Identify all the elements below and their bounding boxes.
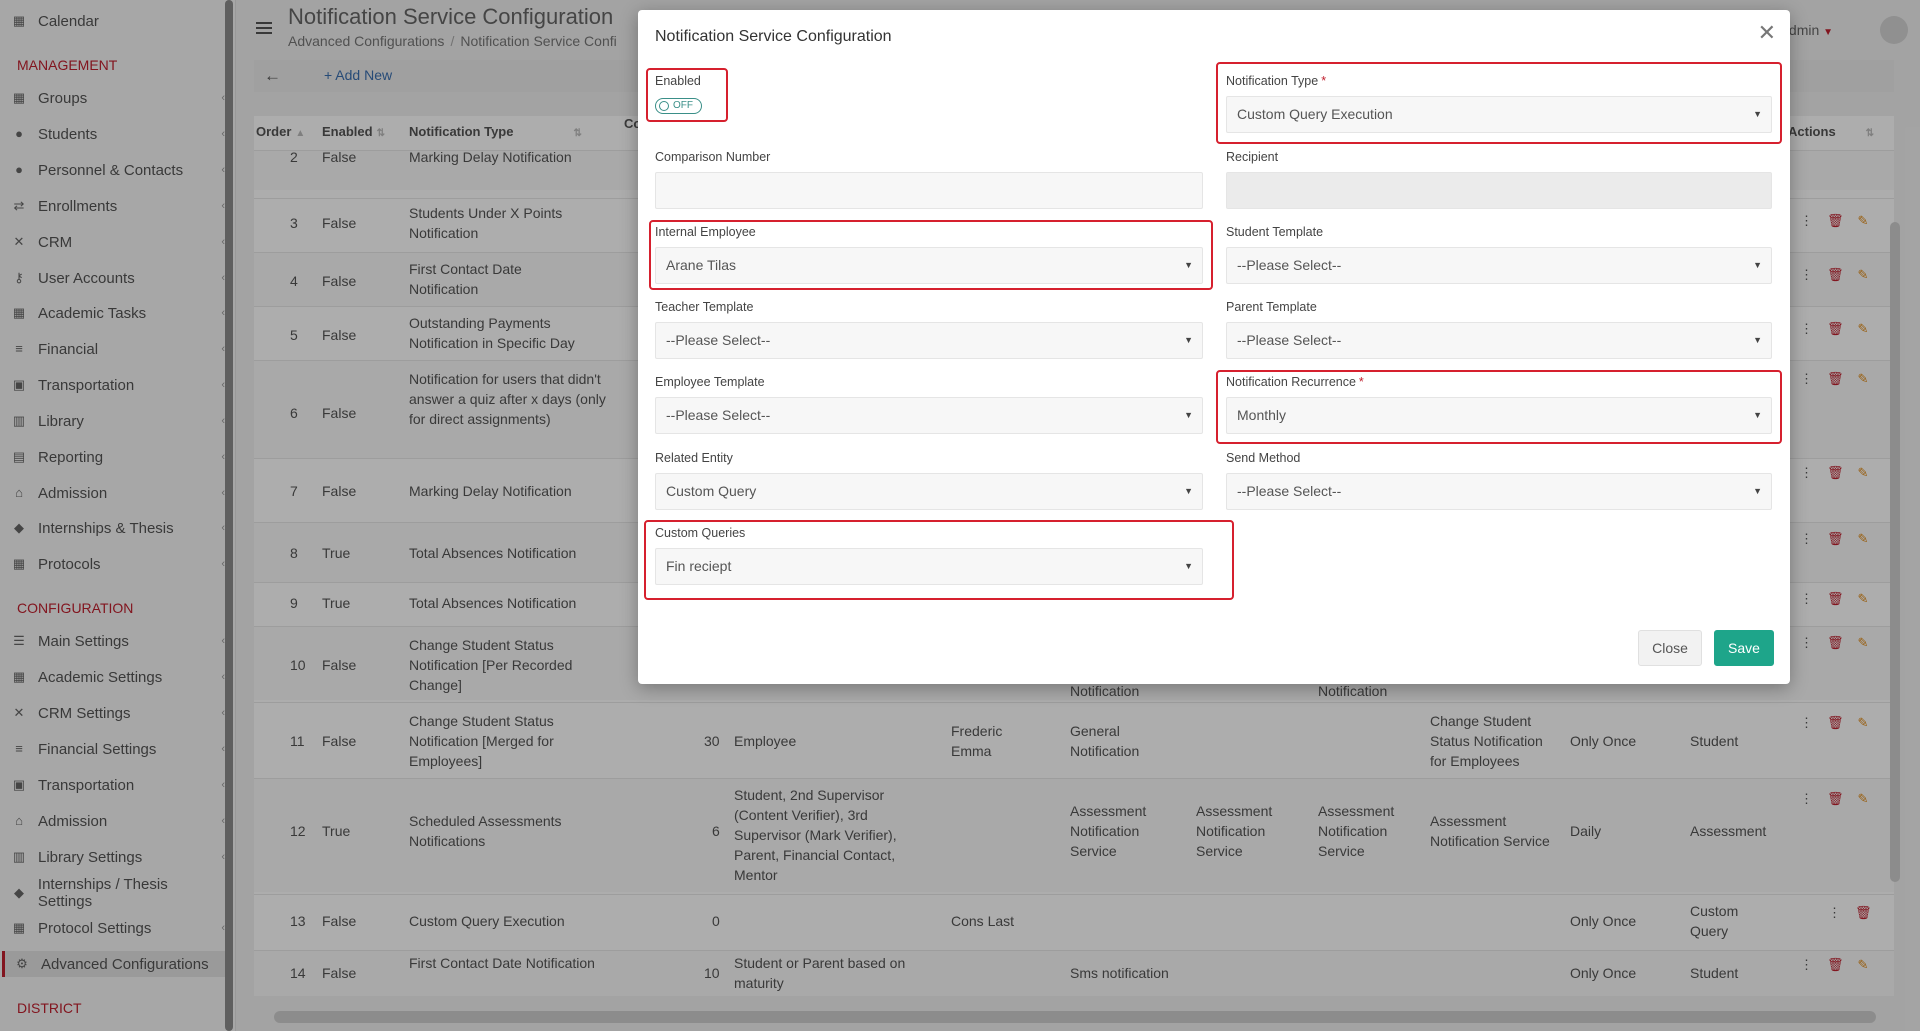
save-button[interactable]: Save xyxy=(1714,630,1774,666)
highlight-box xyxy=(1216,62,1782,144)
parent-template-select[interactable]: --Please Select-- ▼ xyxy=(1226,322,1772,359)
teacher-template-label: Teacher Template xyxy=(655,300,754,314)
related-entity-select[interactable]: Custom Query ▼ xyxy=(655,473,1203,510)
recipient-input xyxy=(1226,172,1772,209)
notification-config-modal: Notification Service Configuration ✕ Ena… xyxy=(638,10,1790,684)
caret-down-icon: ▼ xyxy=(1184,335,1193,345)
teacher-template-select[interactable]: --Please Select-- ▼ xyxy=(655,322,1203,359)
student-template-label: Student Template xyxy=(1226,225,1324,239)
caret-down-icon: ▼ xyxy=(1753,260,1762,270)
caret-down-icon: ▼ xyxy=(1753,335,1762,345)
send-method-select[interactable]: --Please Select-- ▼ xyxy=(1226,473,1772,510)
highlight-box xyxy=(644,520,1234,600)
related-entity-label: Related Entity xyxy=(655,451,733,465)
close-button[interactable]: Close xyxy=(1638,630,1702,666)
highlight-box xyxy=(649,220,1213,290)
student-template-select[interactable]: --Please Select-- ▼ xyxy=(1226,247,1772,284)
highlight-box xyxy=(646,68,728,122)
send-method-label: Send Method xyxy=(1226,451,1301,465)
highlight-box xyxy=(1216,370,1782,444)
modal-title: Notification Service Configuration xyxy=(655,28,892,45)
caret-down-icon: ▼ xyxy=(1753,486,1762,496)
parent-template-label: Parent Template xyxy=(1226,300,1317,314)
caret-down-icon: ▼ xyxy=(1184,486,1193,496)
close-icon[interactable]: ✕ xyxy=(1758,20,1776,46)
employee-template-label: Employee Template xyxy=(655,375,765,389)
caret-down-icon: ▼ xyxy=(1184,410,1193,420)
recipient-label: Recipient xyxy=(1226,150,1279,164)
comparison-number-label: Comparison Number xyxy=(655,150,771,164)
comparison-number-input[interactable] xyxy=(655,172,1203,209)
employee-template-select[interactable]: --Please Select-- ▼ xyxy=(655,397,1203,434)
